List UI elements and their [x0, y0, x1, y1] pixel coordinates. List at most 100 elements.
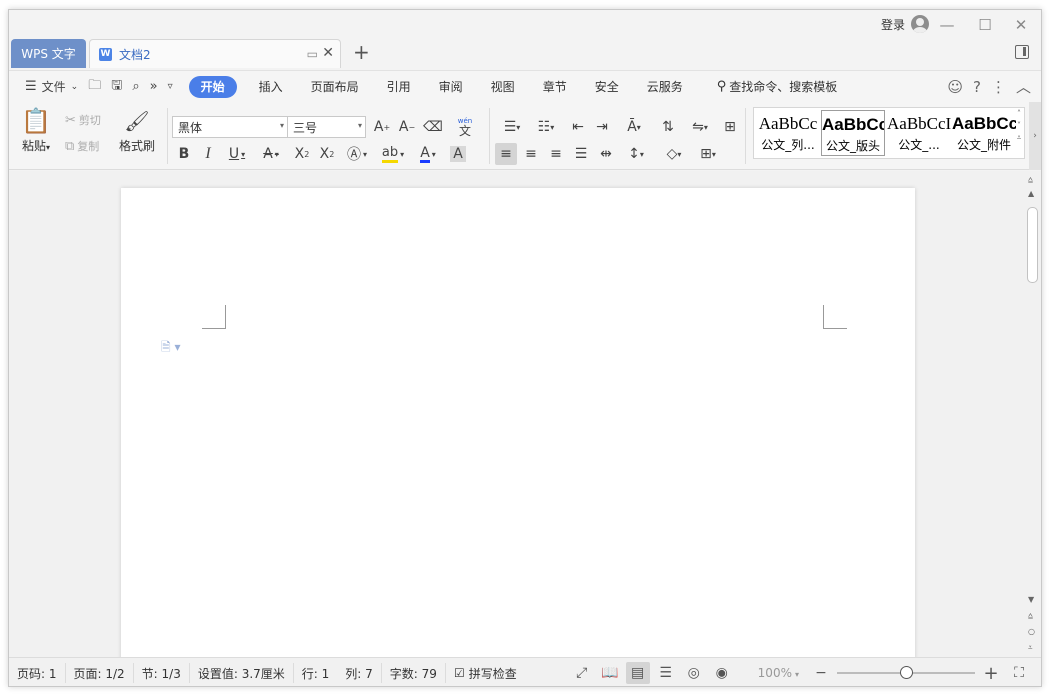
tab-review[interactable]: 审阅	[425, 76, 477, 98]
window-layout-icon[interactable]	[1015, 45, 1029, 59]
zoom-in-icon[interactable]: +	[979, 662, 1003, 684]
tab-references[interactable]: 引用	[373, 76, 425, 98]
strikethrough-icon[interactable]: A ▾	[256, 143, 286, 165]
scroll-down-icon[interactable]: ▼	[1028, 595, 1034, 604]
paste-options-icon[interactable]: 🗎 ▾	[161, 338, 181, 359]
monitor-icon[interactable]: ▭	[307, 47, 318, 61]
collapse-ribbon-icon[interactable]: ︿	[1016, 76, 1031, 97]
format-painter-button[interactable]: 🖌 格式刷	[117, 106, 157, 154]
outline-view-icon[interactable]: ☰	[654, 662, 678, 684]
status-column[interactable]: 列: 7	[337, 663, 382, 683]
next-page-icon[interactable]: ⩡	[1028, 643, 1033, 653]
increase-indent-icon[interactable]: ⇥	[591, 116, 613, 138]
command-search[interactable]: ⚲ 查找命令、搜索模板	[717, 78, 838, 95]
shrink-font-icon[interactable]: A −	[396, 116, 418, 138]
document-page[interactable]: 🗎 ▾	[121, 188, 915, 663]
scroll-top-icon[interactable]: ⩠	[1028, 175, 1033, 185]
clear-format-icon[interactable]: ⌫	[422, 116, 444, 138]
borders-icon[interactable]: ⊞ ▾	[693, 143, 723, 165]
select-browse-icon[interactable]: ○	[1028, 627, 1035, 636]
feedback-icon[interactable]: ☺	[947, 78, 963, 96]
styles-scroll[interactable]: ˄ ˅ ⩡	[1014, 108, 1024, 158]
font-size-select[interactable]: 三号 ▾	[287, 116, 366, 138]
tab-home[interactable]: 开始	[188, 75, 237, 98]
customize-dropdown-icon[interactable]: ▿	[164, 76, 177, 98]
font-color-icon[interactable]: A ▾	[413, 143, 443, 165]
open-folder-icon[interactable]: 🗀	[84, 76, 105, 98]
spell-check-button[interactable]: ☑ 拼写检查	[446, 663, 525, 683]
font-family-select[interactable]: 黑体 ▾	[172, 116, 288, 138]
more-icon[interactable]: »	[146, 76, 162, 98]
copy-button[interactable]: ⧉ 复制	[65, 138, 99, 154]
subscript-icon[interactable]: X2	[316, 143, 338, 165]
bold-icon[interactable]: B	[173, 143, 195, 165]
style-item[interactable]: AaBbCcI 公文_...	[887, 110, 951, 156]
align-left-icon[interactable]: ≡	[495, 143, 517, 165]
line-spacing-icon[interactable]: ↕ ▾	[621, 143, 651, 165]
tab-page-layout[interactable]: 页面布局	[297, 76, 373, 98]
align-center-icon[interactable]: ≡	[520, 143, 542, 165]
text-direction-icon[interactable]: Ā ▾	[619, 116, 649, 138]
status-pages[interactable]: 页面: 1/2	[66, 663, 134, 683]
style-item[interactable]: AaBbCc 公文_列...	[756, 110, 820, 156]
close-tab-icon[interactable]: ✕	[322, 45, 334, 61]
show-marks-icon[interactable]: ⊞	[719, 116, 741, 138]
print-preview-icon[interactable]: ⌕	[128, 76, 143, 98]
web-view-icon[interactable]: ◎	[682, 662, 706, 684]
new-tab-button[interactable]: +	[353, 40, 370, 64]
justify-icon[interactable]: ☰	[570, 143, 592, 165]
ribbon-expand-icon[interactable]: ›	[1029, 102, 1041, 170]
close-window-button[interactable]: ✕	[1007, 14, 1035, 36]
grow-font-icon[interactable]: A +	[371, 116, 393, 138]
file-menu-button[interactable]: ☰ 文件 ⌄	[21, 76, 82, 98]
zoom-knob[interactable]	[900, 666, 913, 679]
scroll-up-icon[interactable]: ▲	[1028, 189, 1034, 198]
tab-view[interactable]: 视图	[477, 76, 529, 98]
style-item[interactable]: AaBbCc 公文_版头	[821, 110, 885, 156]
paste-button[interactable]: 📋 粘贴▾	[21, 106, 51, 154]
line-wrap-icon[interactable]: ⇋ ▾	[685, 116, 715, 138]
eye-protection-icon[interactable]: ◉	[710, 662, 734, 684]
sort-icon[interactable]: ⇅	[657, 116, 679, 138]
fullscreen-icon[interactable]: ⤢	[570, 662, 594, 684]
vertical-scrollbar[interactable]: ⩠ ▲ ▼ ⩠ ○ ⩡	[1025, 171, 1041, 657]
status-word-count[interactable]: 字数: 79	[382, 663, 446, 683]
italic-icon[interactable]: I	[197, 143, 219, 165]
reading-mode-icon[interactable]: 📖	[598, 662, 622, 684]
status-line[interactable]: 行: 1	[294, 663, 338, 683]
tab-document[interactable]: W 文档2 ▭ ✕	[89, 39, 341, 68]
status-position[interactable]: 设置值: 3.7厘米	[190, 663, 294, 683]
tab-chapter[interactable]: 章节	[529, 76, 581, 98]
distribute-icon[interactable]: ⇹	[595, 143, 617, 165]
numbered-list-icon[interactable]: ☷ ▾	[531, 116, 561, 138]
page-view-icon[interactable]: ▤	[625, 662, 650, 684]
underline-icon[interactable]: U ▾	[222, 143, 252, 165]
text-effect-icon[interactable]: Ⓐ ▾	[342, 143, 372, 165]
status-section[interactable]: 节: 1/3	[134, 663, 190, 683]
zoom-slider[interactable]	[837, 665, 975, 681]
tab-wps-writer[interactable]: WPS 文字	[11, 39, 86, 68]
phonetic-guide-button[interactable]: wén 文	[449, 115, 481, 137]
maximize-button[interactable]: ☐	[971, 14, 999, 36]
align-right-icon[interactable]: ≡	[545, 143, 567, 165]
status-page-number[interactable]: 页码: 1	[9, 663, 66, 683]
char-shading-icon[interactable]: A	[447, 143, 469, 165]
tab-insert[interactable]: 插入	[245, 76, 297, 98]
superscript-icon[interactable]: X2	[291, 143, 313, 165]
paragraph-shading-icon[interactable]: ◇ ▾	[659, 143, 689, 165]
more-options-icon[interactable]: ⋮	[991, 78, 1006, 96]
help-icon[interactable]: ?	[973, 78, 981, 96]
style-item[interactable]: AaBbCc 公文_附件	[952, 110, 1016, 156]
scrollbar-thumb[interactable]	[1027, 207, 1038, 283]
highlight-color-icon[interactable]: ab ▾	[377, 143, 409, 165]
bullet-list-icon[interactable]: ☰ ▾	[497, 116, 527, 138]
tab-cloud-service[interactable]: 云服务	[633, 76, 697, 98]
minimize-button[interactable]: —	[933, 14, 961, 36]
decrease-indent-icon[interactable]: ⇤	[567, 116, 589, 138]
zoom-level[interactable]: 100% ▾	[758, 666, 799, 680]
prev-page-icon[interactable]: ⩠	[1028, 611, 1033, 621]
fit-page-icon[interactable]: ⛶	[1007, 662, 1031, 684]
tab-security[interactable]: 安全	[581, 76, 633, 98]
save-icon[interactable]: 🖫	[107, 76, 126, 98]
login-button[interactable]: 登录	[881, 15, 929, 33]
